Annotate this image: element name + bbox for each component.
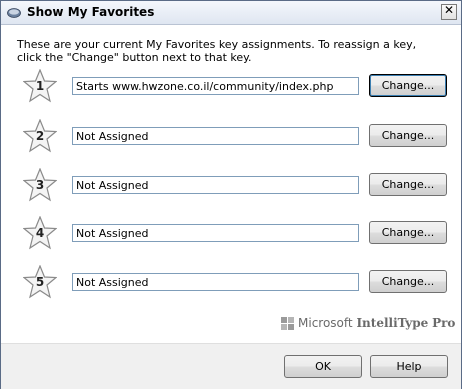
change-button-3[interactable]: Change... [369,173,447,196]
branding-edition: Pro [432,316,456,330]
favorite-number: 2 [35,129,45,143]
favorite-row-3: 3 Change... [1,167,461,204]
favorite-number: 4 [35,226,45,240]
dialog-content: These are your current My Favorites key … [1,25,461,343]
favorite-row-1: 1 Change... [1,68,461,105]
window-title: Show My Favorites [27,5,155,19]
star-icon: 3 [22,167,58,202]
change-button-1[interactable]: Change... [369,74,447,97]
star-icon: 2 [22,118,58,153]
close-button[interactable]: ✕ [441,3,457,20]
change-button-5[interactable]: Change... [369,270,447,293]
keyboard-icon [7,8,21,18]
favorite-assignment-input[interactable] [73,225,359,241]
favorite-assignment-field[interactable] [72,273,359,291]
favorite-row-4: 4 Change... [1,215,461,252]
star-icon: 1 [22,68,58,103]
branding-product: IntelliType [356,316,429,330]
favorite-assignment-input[interactable] [73,274,359,290]
star-icon: 4 [22,215,58,250]
change-button-4[interactable]: Change... [369,221,447,244]
favorite-assignment-input[interactable] [73,128,359,144]
favorite-assignment-field[interactable] [72,224,359,242]
intro-text: These are your current My Favorites key … [17,38,417,64]
star-icon: 5 [22,264,58,299]
branding-company: Microsoft [298,316,353,330]
ok-button[interactable]: OK [284,355,362,378]
favorite-number: 5 [35,275,45,289]
help-button[interactable]: Help [370,355,448,378]
favorite-assignment-field[interactable] [72,127,359,145]
favorite-assignment-input[interactable] [73,78,359,94]
favorite-number: 3 [35,178,45,192]
change-button-2[interactable]: Change... [369,124,447,147]
favorite-assignment-input[interactable] [73,177,359,193]
favorite-assignment-field[interactable] [72,176,359,194]
title-bar: Show My Favorites ✕ [1,1,461,25]
dialog-window: Show My Favorites ✕ These are your curre… [0,0,462,389]
microsoft-logo-icon [281,317,294,330]
dialog-footer: OK Help [1,343,461,389]
favorite-row-2: 2 Change... [1,118,461,155]
favorite-assignment-field[interactable] [72,77,359,95]
favorite-row-5: 5 Change... [1,264,461,301]
favorite-number: 1 [35,79,45,93]
close-icon: ✕ [443,3,455,17]
